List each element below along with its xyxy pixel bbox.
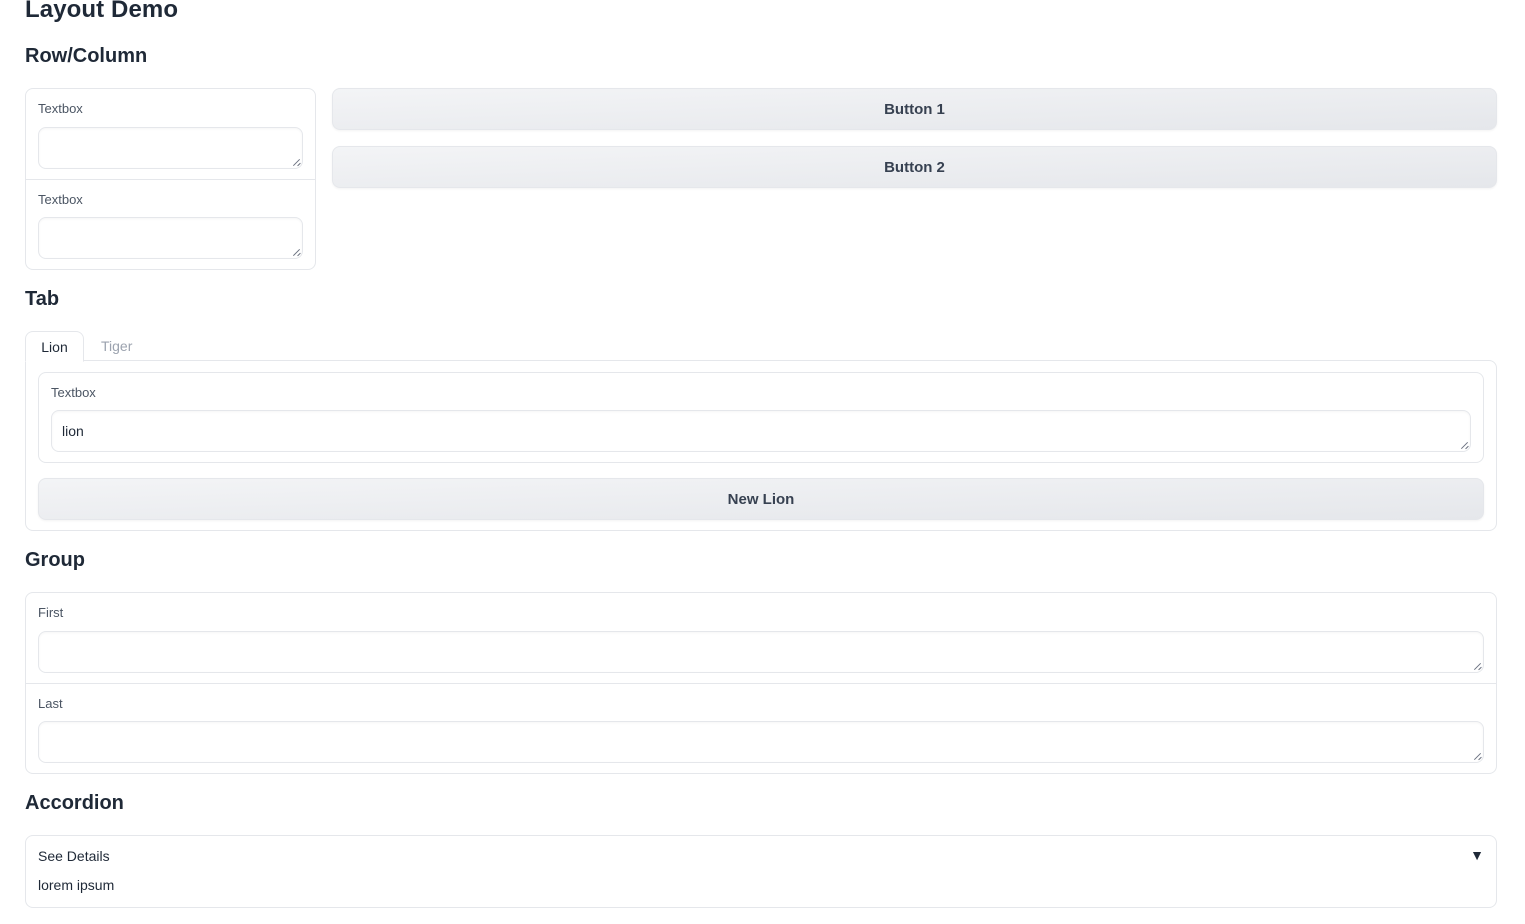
triangle-down-icon[interactable]: ▼ [1470, 847, 1484, 863]
divider [26, 179, 315, 180]
first-label: First [38, 605, 64, 620]
resize-handle-icon[interactable] [1473, 752, 1481, 760]
textbox-2-input[interactable] [38, 217, 303, 259]
accordion-heading: Accordion [25, 792, 124, 814]
resize-handle-icon[interactable] [1473, 662, 1481, 670]
lion-textbox-input[interactable]: lion [51, 410, 1471, 452]
tab-content-panel: Textbox lion New Lion [25, 360, 1497, 531]
divider [26, 683, 1496, 684]
textbox-1-label: Textbox [38, 101, 83, 116]
lion-textbox-value: lion [62, 423, 84, 439]
group-heading: Group [25, 549, 85, 571]
row-column-textbox-panel: Textbox Textbox [25, 88, 316, 270]
lion-textbox-block: Textbox lion [38, 372, 1484, 463]
tab-heading: Tab [25, 288, 60, 310]
page-title: Layout Demo [25, 0, 179, 23]
tab-tiger[interactable]: Tiger [101, 338, 132, 354]
accordion-panel: See Details ▼ lorem ipsum [25, 835, 1497, 908]
new-lion-button[interactable]: New Lion [38, 478, 1484, 520]
accordion-toggle[interactable]: See Details [38, 848, 110, 864]
row-column-heading: Row/Column [25, 45, 148, 67]
textbox-1-input[interactable] [38, 127, 303, 169]
textbox-2-label: Textbox [38, 192, 83, 207]
group-panel: First Last [25, 592, 1497, 774]
accordion-content: lorem ipsum [38, 877, 115, 893]
lion-textbox-label: Textbox [51, 385, 96, 400]
tab-lion[interactable]: Lion [25, 331, 84, 362]
resize-handle-icon[interactable] [292, 158, 300, 166]
resize-handle-icon[interactable] [1460, 441, 1468, 449]
last-label: Last [38, 696, 63, 711]
first-input[interactable] [38, 631, 1484, 673]
button-2[interactable]: Button 2 [332, 146, 1497, 188]
last-input[interactable] [38, 721, 1484, 763]
resize-handle-icon[interactable] [292, 248, 300, 256]
button-1[interactable]: Button 1 [332, 88, 1497, 130]
